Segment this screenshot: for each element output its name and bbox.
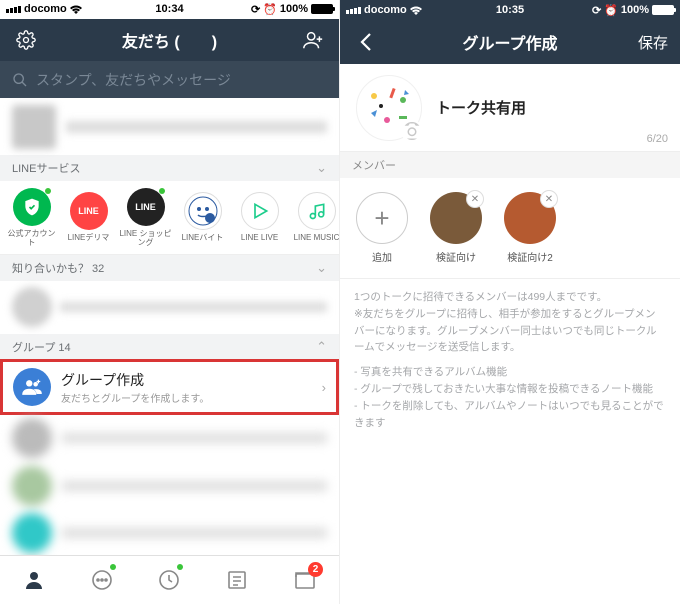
group-image[interactable] [356,75,422,141]
service-item[interactable]: LINE MUSIC [289,192,339,243]
chevron-down-icon: ⌄ [316,260,327,276]
search-bar[interactable] [0,61,339,99]
camera-icon[interactable] [401,120,423,142]
group-create-screen: docomo 10:35 ⟳⏰100% グループ作成 保存 トーク共有用 6/2… [340,0,680,604]
service-item[interactable]: LINELINE ショッピング [118,188,173,248]
group-row[interactable] [0,509,339,556]
nav-bar: グループ作成 保存 [340,20,680,64]
nav-title: 友だち ( ) [0,28,339,52]
back-button[interactable] [352,28,380,56]
my-profile-row[interactable] [0,98,339,155]
status-bar: docomo 10:34 ⟳⏰100% [0,0,339,19]
settings-icon[interactable] [12,26,40,54]
service-item[interactable]: LINE LIVE [232,192,287,243]
remove-icon[interactable]: ✕ [466,190,484,208]
chevron-up-icon: ⌃ [316,339,327,355]
status-bar: docomo 10:35 ⟳⏰100% [340,0,680,20]
section-members: メンバー [340,152,680,178]
service-item[interactable]: LINELINEデリマ [61,192,116,243]
group-header: トーク共有用 6/20 [340,64,680,152]
info-text: 1つのトークに招待できるメンバーは499人までです。※友だちをグループに招待し、… [340,279,680,449]
tab-friends[interactable] [14,560,54,600]
nav-bar: 友だち ( ) [0,19,339,61]
friends-screen: docomo 10:34 ⟳⏰100% 友だち ( ) LINEサービス⌄ 公式… [0,0,340,604]
tab-badge: 2 [308,562,323,577]
save-button[interactable]: 保存 [638,32,668,53]
service-item[interactable]: LINEバイト [175,192,230,243]
group-create-title: グループ作成 [61,370,312,390]
member-item[interactable]: ✕検証向け2 [500,192,560,264]
services-scroller[interactable]: 公式アカウントLINELINEデリマLINELINE ショッピングLINEバイト… [0,181,339,256]
chevron-right-icon: › [322,380,326,395]
group-row[interactable] [0,415,339,462]
group-create-row[interactable]: グループ作成 友だちとグループを作成します。 › [0,359,339,414]
member-item[interactable]: ✕検証向け [426,192,486,264]
tab-timeline[interactable] [149,560,189,600]
group-create-sub: 友だちとグループを作成します。 [61,390,312,405]
remove-icon[interactable]: ✕ [540,190,558,208]
group-row[interactable] [0,462,339,509]
suggestion-row[interactable] [0,281,339,334]
group-name-input[interactable]: トーク共有用 [436,97,526,118]
tab-chat[interactable] [82,560,122,600]
char-count: 6/20 [647,133,668,145]
group-icon [13,368,51,406]
tab-wallet[interactable]: 2 [285,560,325,600]
add-friend-icon[interactable] [299,26,327,54]
tab-news[interactable] [217,560,257,600]
chevron-down-icon: ⌄ [316,160,327,176]
add-member-button[interactable]: +追加 [352,192,412,264]
nav-title: グループ作成 [340,30,680,54]
section-services[interactable]: LINEサービス⌄ [0,155,339,181]
section-groups[interactable]: グループ 14⌃ [0,334,339,360]
section-suggest[interactable]: 知り合いかも？ 32⌄ [0,255,339,281]
search-icon [12,72,28,88]
tab-bar: 2 [0,555,339,604]
service-item[interactable]: 公式アカウント [4,188,59,248]
members-row: +追加✕検証向け✕検証向け2 [340,178,680,279]
search-input[interactable] [36,72,327,88]
